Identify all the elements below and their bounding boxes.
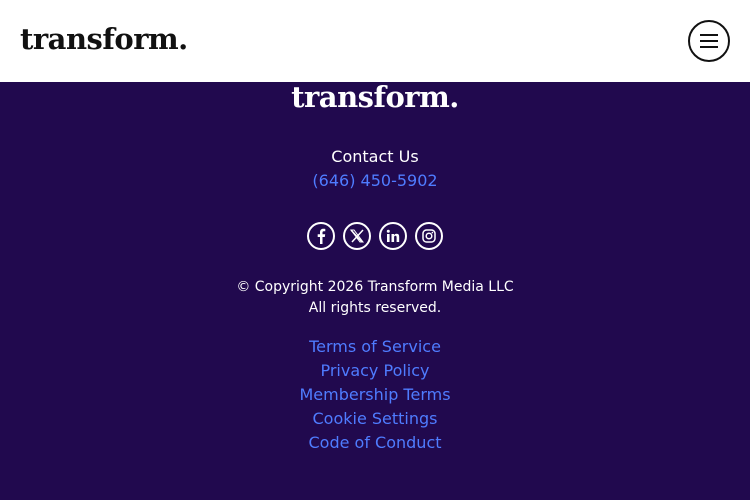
membership-terms-link[interactable]: Membership Terms (0, 383, 750, 407)
code-of-conduct-link[interactable]: Code of Conduct (0, 431, 750, 455)
privacy-policy-link[interactable]: Privacy Policy (0, 359, 750, 383)
instagram-icon[interactable] (415, 222, 443, 250)
hamburger-icon (700, 34, 718, 48)
social-links (0, 222, 750, 250)
site-header: transform. (0, 0, 750, 82)
footer-links: Terms of Service Privacy Policy Membersh… (0, 335, 750, 455)
header-logo[interactable]: transform. (20, 22, 188, 56)
copyright: © Copyright 2026 Transform Media LLC All… (0, 277, 750, 319)
phone-link[interactable]: (646) 450-5902 (0, 171, 750, 190)
menu-button[interactable] (688, 20, 730, 62)
linkedin-icon[interactable] (379, 222, 407, 250)
x-icon[interactable] (343, 222, 371, 250)
terms-of-service-link[interactable]: Terms of Service (0, 335, 750, 359)
cookie-settings-link[interactable]: Cookie Settings (0, 407, 750, 431)
facebook-icon[interactable] (307, 222, 335, 250)
contact-label: Contact Us (331, 147, 419, 166)
site-footer: transform. Contact Us (646) 450-5902 © C… (0, 80, 750, 500)
footer-logo[interactable]: transform. (0, 80, 750, 114)
copyright-line: © Copyright 2026 Transform Media LLC (236, 279, 514, 295)
rights-line: All rights reserved. (308, 300, 442, 316)
